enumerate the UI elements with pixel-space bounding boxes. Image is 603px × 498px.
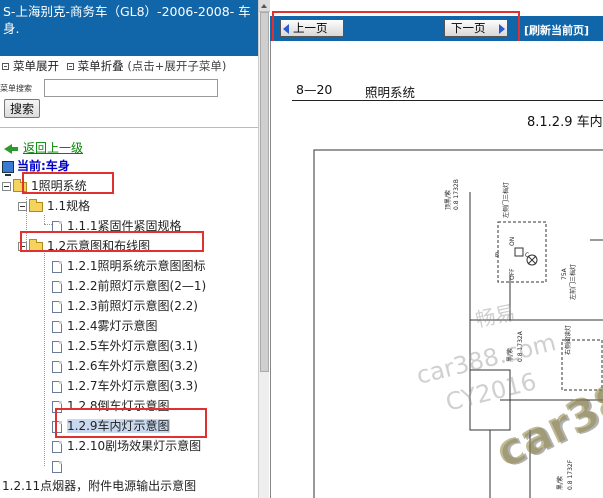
tree-doc-item[interactable]: 1.2.5车外灯示意图(3.1) — [52, 337, 198, 355]
highlight-box-toolbar — [272, 11, 520, 45]
document-icon — [52, 360, 62, 373]
highlight-box-lighting — [22, 172, 114, 194]
switch-label: 左侧门三档灯 — [502, 182, 510, 218]
collapse-square-icon[interactable] — [66, 63, 74, 70]
wire-label: 75A — [561, 267, 568, 280]
document-icon — [52, 300, 62, 313]
tree-folder-item[interactable]: 1.1规格 — [18, 197, 90, 215]
arrow-tail — [12, 146, 18, 151]
tree-item-label[interactable]: 1.2.7车外灯示意图(3.3) — [67, 379, 198, 393]
highlight-box-interior — [55, 408, 207, 438]
wire-gauge-label: 0.8 1732F — [567, 459, 574, 490]
search-button[interactable]: 搜索 — [4, 99, 40, 118]
folder-open-icon — [29, 198, 43, 212]
tree-item-label[interactable]: 1.2.5车外灯示意图(3.1) — [67, 339, 198, 353]
document-icon — [52, 440, 62, 453]
divider — [0, 127, 258, 128]
document-icon — [52, 260, 62, 273]
switch-box — [497, 221, 547, 283]
search-input[interactable] — [44, 79, 218, 97]
switch-label: 左前门三档灯 — [569, 264, 577, 300]
green-back-arrow-icon — [4, 143, 12, 154]
menu-toggle-row: 菜单展开 菜单折叠 (点击+展开子菜单) — [0, 58, 258, 76]
pin-label: B — [495, 252, 499, 259]
menu-expand-link[interactable]: 菜单展开 — [13, 59, 59, 73]
wire-gauge-label: 0.8 1732B — [453, 179, 460, 210]
tree-item-label[interactable]: 1.2.11点烟器，附件电源输出示意图 — [2, 479, 196, 493]
menu-header-title: S-上海别克-商务车（GL8）-2006-2008- 车身. — [0, 0, 258, 56]
pin-label: C — [525, 252, 529, 259]
content-pane: 上一页 下一页 [刷新当前页] 8—20 照明系统 8.1.2.9 车内灯示 — [270, 0, 603, 498]
tree-item-label[interactable]: 1.2.4雾灯示意图 — [67, 319, 158, 333]
document-icon — [52, 460, 62, 473]
page-section-title: 照明系统 — [365, 85, 416, 100]
scroll-up-arrow-icon[interactable] — [259, 0, 270, 12]
expand-square-icon[interactable] — [2, 63, 9, 70]
document-icon — [52, 280, 62, 293]
switch-on-label: ON — [509, 237, 516, 246]
left-scrollbar[interactable] — [258, 0, 270, 498]
document-icon — [52, 340, 62, 353]
left-menu-pane: S-上海别克-商务车（GL8）-2006-2008- 车身. 菜单展开 菜单折叠… — [0, 0, 258, 498]
tree-doc-item[interactable]: 1.2.11点烟器，附件电源输出示意图 — [2, 477, 196, 495]
tree-doc-item[interactable] — [52, 457, 67, 475]
document-icon — [52, 380, 62, 393]
tree-doc-item[interactable]: 1.2.1照明系统示意图图标 — [52, 257, 206, 275]
wire-color-label: 顶黑/紫 — [444, 190, 452, 210]
menu-collapse-link[interactable]: 菜单折叠 — [78, 59, 124, 73]
highlight-box-diagram — [20, 231, 204, 252]
tree-line — [44, 251, 45, 466]
document-icon — [52, 320, 62, 333]
back-link[interactable]: 返回上一级 — [23, 141, 83, 155]
menu-hint: (点击+展开子菜单) — [127, 59, 227, 73]
tree-item-label[interactable]: 1.2.10剧场效果灯示意图 — [67, 439, 201, 453]
app-root: S-上海别克-商务车（GL8）-2006-2008- 车身. 菜单展开 菜单折叠… — [0, 0, 603, 498]
tree-line — [44, 215, 45, 224]
tree-doc-item[interactable]: 1.2.7车外灯示意图(3.3) — [52, 377, 198, 395]
figure-title: 8.1.2.9 车内灯示 — [527, 115, 603, 130]
collapse-toggle-icon[interactable] — [2, 182, 11, 191]
back-link-row[interactable]: 返回上一级 — [4, 139, 83, 156]
tree-item-label[interactable]: 1.2.3前照灯示意图(2.2) — [67, 299, 198, 313]
tree-item-label[interactable]: 1.1规格 — [47, 199, 90, 213]
tree-doc-item[interactable]: 1.2.4雾灯示意图 — [52, 317, 158, 335]
tree-doc-item[interactable]: 1.2.6车外灯示意图(3.2) — [52, 357, 198, 375]
switch-off-label: OFF — [509, 268, 516, 280]
current-label: 当前:车身 — [17, 159, 70, 173]
page-number: 8—20 — [296, 82, 333, 97]
search-row: 菜单搜索 — [0, 78, 258, 98]
wire-color-label: 黑/紫 — [556, 476, 564, 490]
switch-label: 右侧阅读灯 — [564, 325, 572, 355]
tree-doc-item[interactable]: 1.2.3前照灯示意图(2.2) — [52, 297, 198, 315]
connector-box — [514, 247, 524, 257]
tree-item-label[interactable]: 1.2.6车外灯示意图(3.2) — [67, 359, 198, 373]
tree-doc-item[interactable]: 1.2.10剧场效果灯示意图 — [52, 437, 201, 455]
header-rule — [292, 100, 603, 101]
tree-doc-item[interactable]: 1.2.2前照灯示意图(2—1) — [52, 277, 206, 295]
tree-item-label[interactable]: 1.2.1照明系统示意图图标 — [67, 259, 206, 273]
tree-item-label[interactable]: 1.2.2前照灯示意图(2—1) — [67, 279, 206, 293]
collapse-toggle-icon[interactable] — [18, 202, 27, 211]
search-label: 菜单搜索 — [0, 84, 32, 93]
refresh-page-link[interactable]: [刷新当前页] — [524, 22, 589, 38]
computer-icon — [2, 160, 14, 176]
scroll-thumb[interactable] — [260, 12, 269, 372]
